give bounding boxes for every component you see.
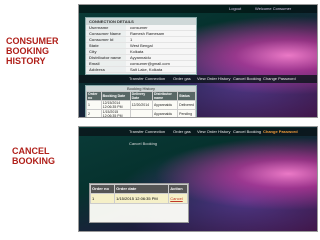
detail-value: Salt Lake, Kolkata — [126, 67, 196, 72]
main-nav: Transfer Connection Order gas View Order… — [79, 75, 317, 83]
nav-change-password[interactable]: Change Password — [263, 128, 298, 136]
table-cell: 1/15/2015 12:06:35 PM — [100, 109, 131, 117]
welcome-text: Welcome Consumer — [255, 6, 292, 11]
column-header: Booking Date — [100, 91, 131, 101]
table-cell: 12/15/2014 12:06:35 PM — [100, 100, 131, 110]
table-cell: 2 — [86, 109, 102, 117]
detail-row: Address Salt Lake, Kolkata — [86, 67, 196, 73]
cancel-link[interactable]: Cancel — [170, 196, 182, 201]
table-cell: 1 — [89, 193, 116, 204]
logout-link[interactable]: Logout — [229, 5, 241, 13]
detail-value: consumer@gmail.com — [126, 61, 196, 66]
table-row: 1 12/15/2014 12:06:35 PM 12/20/2014 Ayya… — [86, 100, 196, 110]
detail-key: State — [89, 43, 99, 48]
detail-key: Email — [89, 61, 100, 66]
panel-title: Connection Details — [86, 18, 196, 25]
column-header: Distributor name — [151, 91, 179, 101]
column-header: Order date — [114, 184, 170, 194]
column-header: Order no — [89, 184, 116, 194]
nav-order-gas[interactable]: Order gas — [173, 128, 191, 136]
nav-change-password[interactable]: Change Password — [263, 75, 296, 83]
cancel-booking-panel: Order no Order date Action 1 1/15/2015 1… — [89, 183, 189, 223]
nav-view-order-history[interactable]: View Order History — [197, 75, 231, 83]
table-header-row: Order no Booking Date Delivery Date Dist… — [86, 91, 196, 101]
detail-key: Consumer Name — [89, 31, 121, 36]
column-header: Status — [177, 91, 196, 101]
booking-history-panel: Booking History Order no Booking Date De… — [85, 85, 197, 117]
table-row: 2 1/15/2015 12:06:35 PM Ayyannaidu Pendi… — [86, 109, 196, 117]
detail-key: Username — [89, 25, 109, 30]
detail-key: Address — [89, 67, 106, 72]
nav-cancel-booking[interactable]: Cancel Booking — [233, 128, 261, 136]
table-cell: Ayyannaidu — [151, 100, 179, 110]
booking-history-table: Order no Booking Date Delivery Date Dist… — [86, 91, 196, 117]
table-cell — [129, 109, 153, 117]
detail-value: West Bengal — [126, 43, 196, 48]
detail-value: Ramesh Ramesam — [126, 31, 196, 36]
table-cell: 1/15/2015 12:06:35 PM — [114, 193, 170, 204]
label-cancel-booking: CANCEL BOOKING — [12, 146, 56, 166]
column-header: Action — [168, 184, 188, 194]
cancel-booking-table: Order no Order date Action 1 1/15/2015 1… — [89, 184, 188, 204]
table-cell: Cancel — [168, 193, 188, 204]
table-cell: Pending — [177, 109, 196, 117]
column-header: Delivery Date — [129, 91, 153, 101]
nav-transfer-connection[interactable]: Transfer Connection — [129, 128, 165, 136]
page-subtitle: Cancel Booking — [129, 141, 158, 146]
table-header-row: Order no Order date Action — [89, 184, 188, 194]
table-cell: Ayyannaidu — [151, 109, 179, 117]
table-row: 1 1/15/2015 12:06:35 PM Cancel — [89, 193, 188, 204]
detail-key: Consumer Id — [89, 37, 114, 42]
nav-cancel-booking[interactable]: Cancel Booking — [233, 75, 261, 83]
main-nav: Transfer Connection Order gas View Order… — [79, 128, 317, 136]
top-bar: Logout Welcome Consumer — [79, 5, 317, 13]
table-cell: Delivered — [177, 100, 196, 110]
label-consumer-booking-history: CONSUMER BOOKING HISTORY — [6, 36, 59, 66]
table-cell: 12/20/2014 — [129, 100, 153, 110]
connection-details-panel: Connection Details Username consumer Cons… — [85, 17, 197, 75]
detail-value: 1 — [126, 37, 196, 42]
nav-order-gas[interactable]: Order gas — [173, 75, 191, 83]
nav-transfer-connection[interactable]: Transfer Connection — [129, 75, 165, 83]
table-cell: 1 — [86, 100, 102, 110]
detail-value: consumer — [126, 25, 196, 30]
detail-value: Ayyannaidu — [126, 55, 196, 60]
nav-view-order-history[interactable]: View Order History — [197, 128, 231, 136]
detail-key: City — [89, 49, 97, 54]
screenshot-booking-history: Logout Welcome Consumer Connection Detai… — [78, 4, 318, 118]
detail-value: Kolkata — [126, 49, 196, 54]
detail-key: Distributor name — [89, 55, 122, 60]
column-header: Order no — [86, 91, 102, 101]
screenshot-cancel-booking: Transfer Connection Order gas View Order… — [78, 126, 318, 232]
